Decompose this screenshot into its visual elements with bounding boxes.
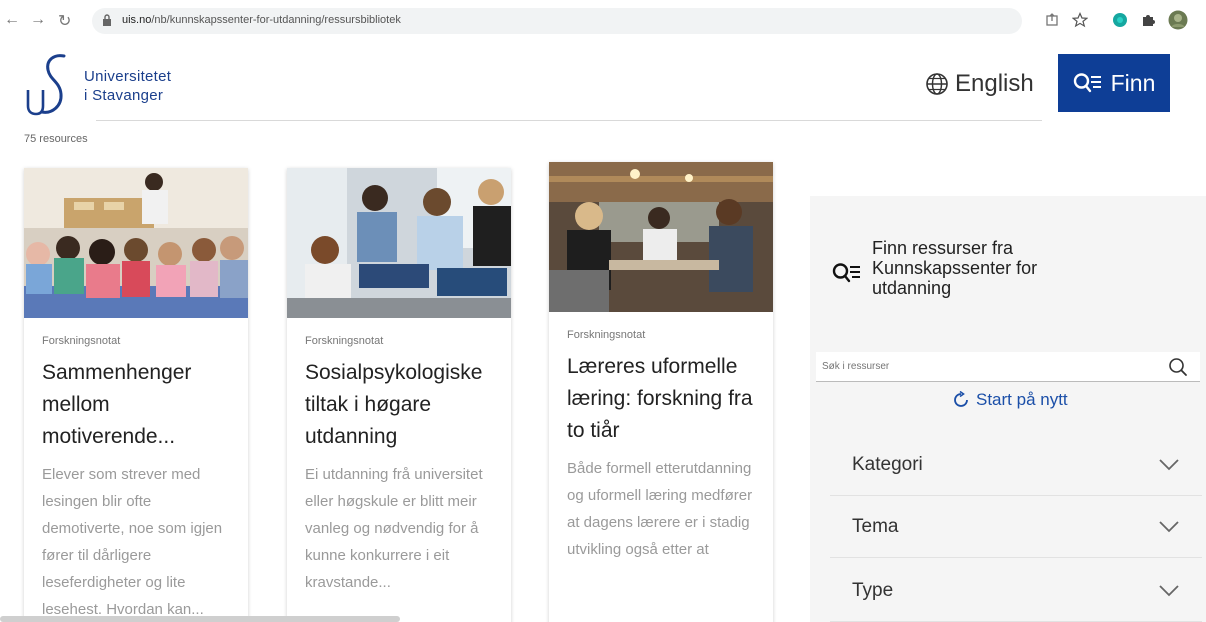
chevron-down-icon <box>1159 520 1179 532</box>
search-filter-icon <box>1073 73 1101 93</box>
chevron-down-icon <box>1159 458 1179 470</box>
extension-icon[interactable] <box>1112 12 1128 28</box>
filter-panel-title: Finn ressurser fra Kunnskapssenter for u… <box>872 238 1038 298</box>
brand-line-2: i Stavanger <box>84 87 164 104</box>
card-type: Forskningsnotat <box>567 329 646 341</box>
card-title[interactable]: Sosialpsykologiske tiltak i høgare utdan… <box>305 357 493 453</box>
reload-icon[interactable]: ↻ <box>58 11 71 31</box>
filter-panel: Finn ressurser fra Kunnskapssenter for u… <box>810 196 1206 622</box>
facet-kategori[interactable]: Kategori <box>830 434 1202 496</box>
card-description: Både formell etterutdanning og uformell … <box>567 460 753 558</box>
filter-panel-header: Finn ressurser fra Kunnskapssenter for u… <box>832 238 1112 298</box>
card-image-classroom <box>24 168 248 318</box>
restart-link[interactable]: Start på nytt <box>952 390 1068 410</box>
search-icon[interactable] <box>1168 357 1188 377</box>
facet-type[interactable]: Type <box>830 560 1202 622</box>
address-url: uis.no/nb/kunnskapssenter-for-utdanning/… <box>122 14 401 26</box>
horizontal-scrollbar[interactable] <box>0 616 400 622</box>
card-description: Ei utdanning frå universitet eller høgsk… <box>305 466 483 591</box>
card-title[interactable]: Læreres uformelle læring: forskning fra … <box>567 351 755 447</box>
resource-card[interactable]: Forskningsnotat Sammenhenger mellom moti… <box>24 168 248 622</box>
profile-avatar[interactable] <box>1168 10 1188 30</box>
browser-toolbar: ← → ↻ uis.no/nb/kunnskapssenter-for-utda… <box>0 0 1206 40</box>
address-bar[interactable]: uis.no/nb/kunnskapssenter-for-utdanning/… <box>92 8 1022 34</box>
lock-icon <box>103 14 111 26</box>
bookmark-star-icon[interactable] <box>1072 12 1088 28</box>
card-type: Forskningsnotat <box>305 335 384 347</box>
facet-tema[interactable]: Tema <box>830 496 1202 558</box>
card-type: Forskningsnotat <box>42 335 121 347</box>
resource-card[interactable]: Forskningsnotat Læreres uformelle læring… <box>549 162 773 622</box>
language-label: English <box>955 70 1034 97</box>
search-input[interactable] <box>816 352 1168 381</box>
back-icon[interactable]: ← <box>4 11 20 29</box>
chevron-down-icon <box>1159 584 1179 596</box>
globe-icon <box>926 73 948 95</box>
refresh-icon <box>954 391 968 407</box>
finn-button[interactable]: Finn <box>1058 54 1170 112</box>
card-description: Elever som strever med lesingen blir oft… <box>42 466 223 618</box>
puzzle-icon[interactable] <box>1140 12 1156 28</box>
card-title[interactable]: Sammenhenger mellom motiverende... <box>42 357 230 453</box>
search-filter-icon <box>832 263 860 283</box>
facet-label: Kategori <box>852 453 923 475</box>
brand-line-1: Universitetet <box>84 68 172 85</box>
share-icon[interactable] <box>1044 12 1060 28</box>
language-switch[interactable]: English <box>925 70 1034 98</box>
brand-name[interactable]: Universitetet i Stavanger <box>84 67 171 105</box>
forward-icon[interactable]: → <box>30 11 46 29</box>
card-image-cafe <box>549 162 773 312</box>
facet-label: Type <box>852 579 894 601</box>
results-count: 75 resources <box>24 133 88 145</box>
resource-card[interactable]: Forskningsnotat Sosialpsykologiske tilta… <box>287 168 511 622</box>
finn-label: Finn <box>1110 69 1156 96</box>
card-image-students <box>287 168 511 318</box>
uis-logo[interactable] <box>24 52 74 116</box>
header-divider <box>96 120 1042 121</box>
resource-search <box>816 352 1200 382</box>
restart-label: Start på nytt <box>976 390 1068 409</box>
facet-label: Tema <box>852 515 899 537</box>
